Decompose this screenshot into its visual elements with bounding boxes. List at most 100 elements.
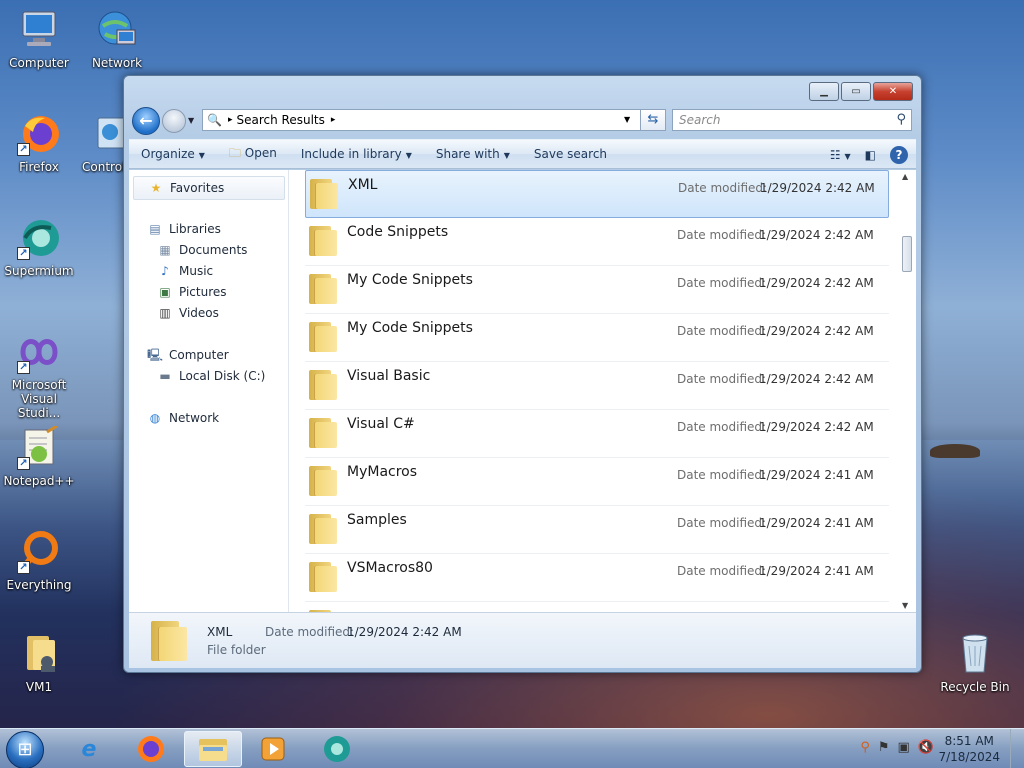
nav-pictures[interactable]: ▣ Pictures (157, 285, 226, 299)
navigation-bar: ← ▼ 🔍 ▸ Search Results ▸ ▼ ⇆ Search ⚲ (132, 107, 913, 135)
taskbar-media-player[interactable] (244, 731, 302, 767)
list-item[interactable]: MyMacros Date modified: 1/29/2024 2:41 A… (305, 458, 889, 506)
recent-pages-dropdown[interactable]: ▼ (188, 116, 194, 125)
maximize-button[interactable]: ▭ (841, 82, 871, 101)
nav-libraries[interactable]: ▤ Libraries (147, 222, 221, 236)
scroll-up-icon[interactable]: ▲ (902, 172, 908, 181)
taskbar-explorer[interactable] (184, 731, 242, 767)
desktop-icon-supermium[interactable]: ↗ Supermium (0, 216, 78, 278)
shortcut-arrow-icon: ↗ (17, 361, 30, 374)
date-modified-label: Date modified: (677, 228, 767, 242)
nav-computer[interactable]: 🖳 Computer (147, 348, 229, 362)
notepadpp-icon: ↗ (17, 424, 61, 470)
desktop-icon-label: VM1 (25, 680, 53, 694)
back-button[interactable]: ← (132, 107, 160, 135)
search-placeholder: Search (679, 113, 721, 127)
chevron-down-icon: ▼ (405, 151, 412, 160)
list-item[interactable]: My Code Snippets Date modified: 1/29/202… (305, 266, 889, 314)
desktop-icon-vm1[interactable]: VM1 (0, 632, 78, 694)
file-name: My Code Snippets (347, 272, 473, 288)
nav-local-disk[interactable]: ▬ Local Disk (C:) (157, 369, 265, 383)
breadcrumb-search-results[interactable]: Search Results (236, 113, 324, 127)
action-center-flag-icon[interactable]: ⚑ (878, 740, 890, 755)
taskbar-firefox[interactable] (122, 731, 180, 767)
clock[interactable]: 8:51 AM 7/18/2024 (938, 733, 1000, 765)
nav-videos[interactable]: ▥ Videos (157, 306, 219, 320)
explorer-window[interactable]: ▁ ▭ ✕ ← ▼ 🔍 ▸ Search Results ▸ ▼ ⇆ Searc… (123, 75, 922, 673)
file-name: Code Snippets (347, 224, 449, 240)
list-item[interactable]: Visual Basic Date modified: 1/29/2024 2:… (305, 362, 889, 410)
breadcrumb-chevron-icon[interactable]: ▸ (228, 115, 233, 125)
scrollbar-thumb[interactable] (902, 236, 912, 272)
list-item[interactable]: VSMacros80 Date modified: 1/29/2024 2:41… (305, 554, 889, 602)
open-folder-icon: 🗀 (228, 145, 241, 160)
share-with-button[interactable]: Share with ▼ (424, 147, 522, 161)
volume-muted-icon[interactable]: 🔇 (918, 740, 934, 755)
desktop-icon-label: Control (82, 160, 124, 174)
desktop-icon-label: Network (91, 56, 143, 70)
breadcrumb-chevron-icon[interactable]: ▸ (331, 115, 336, 125)
address-bar[interactable]: 🔍 ▸ Search Results ▸ (202, 109, 666, 131)
forward-button[interactable] (162, 109, 186, 133)
vertical-scrollbar[interactable]: ▲ ▼ (900, 170, 914, 612)
list-item[interactable]: Samples Date modified: 1/29/2024 2:41 AM (305, 506, 889, 554)
list-item[interactable]: My Code Snippets Date modified: 1/29/202… (305, 314, 889, 362)
desktop-icon-recycle-bin[interactable]: Recycle Bin (936, 632, 1014, 694)
folder-icon (151, 621, 187, 661)
close-button[interactable]: ✕ (873, 82, 913, 101)
desktop-icon-everything[interactable]: ↗ Everything (0, 530, 78, 592)
desktop-icon-label: Firefox (19, 160, 59, 174)
list-item[interactable]: XML Date modified: 1/29/2024 2:42 AM (305, 170, 889, 218)
system-tray: ⚲ ⚑ ▣ 🔇 (860, 740, 934, 755)
minimize-button[interactable]: ▁ (809, 82, 839, 101)
desktop-icon-computer[interactable]: Computer (0, 8, 78, 70)
list-item-partial[interactable] (305, 602, 889, 612)
folder-icon (309, 514, 337, 544)
media-player-icon (261, 737, 285, 761)
caption-buttons: ▁ ▭ ✕ (809, 82, 913, 101)
firefox-icon (138, 736, 164, 762)
desktop-icon-visual-studio[interactable]: ↗ Microsoft Visual Studi... (0, 330, 78, 420)
preview-pane-button[interactable]: ◧ (865, 148, 876, 162)
address-dropdown-icon[interactable]: ▼ (624, 115, 630, 124)
network-icon (95, 8, 139, 52)
refresh-icon: ⇆ (647, 112, 659, 127)
change-view-button[interactable]: ☷ ▼ (830, 148, 851, 162)
nav-label: Favorites (170, 181, 225, 195)
desktop-icon-notepadpp[interactable]: ↗ Notepad++ (0, 424, 78, 488)
desktop-icon-network[interactable]: Network (78, 8, 156, 70)
desktop-icon-firefox[interactable]: ↗ Firefox (0, 112, 78, 174)
desktop-icon-label: Notepad++ (3, 474, 75, 488)
nav-network[interactable]: ◍ Network (147, 411, 219, 425)
search-tray-icon[interactable]: ⚲ (860, 740, 870, 755)
help-button[interactable]: ? (890, 146, 908, 164)
nav-label: Documents (179, 243, 248, 257)
computer-icon (17, 8, 61, 52)
include-in-library-button[interactable]: Include in library ▼ (289, 147, 424, 161)
taskbar-internet-explorer[interactable]: e (60, 731, 118, 767)
nav-label: Videos (179, 306, 219, 320)
show-desktop-button[interactable] (1010, 729, 1024, 768)
save-search-button[interactable]: Save search (522, 147, 619, 161)
nav-music[interactable]: ♪ Music (157, 264, 213, 278)
network-tray-icon[interactable]: ▣ (898, 740, 910, 755)
nav-label: Computer (169, 348, 229, 362)
folder-icon (309, 418, 337, 448)
list-item[interactable]: Visual C# Date modified: 1/29/2024 2:42 … (305, 410, 889, 458)
refresh-button[interactable]: ⇆ (640, 109, 666, 131)
list-item[interactable]: Code Snippets Date modified: 1/29/2024 2… (305, 218, 889, 266)
desktop-icon-control-panel[interactable]: Control (76, 112, 124, 174)
date-modified-label: Date modified: (677, 468, 767, 482)
organize-button[interactable]: Organize ▼ (129, 147, 217, 161)
clock-time: 8:51 AM (944, 734, 994, 748)
file-name: MyMacros (347, 464, 418, 480)
scroll-down-icon[interactable]: ▼ (902, 601, 908, 610)
date-modified-value: 1/29/2024 2:41 AM (759, 564, 874, 578)
nav-favorites[interactable]: ★ Favorites (133, 176, 285, 200)
start-button[interactable]: ⊞ (6, 731, 44, 768)
nav-documents[interactable]: ▦ Documents (157, 243, 247, 257)
search-input[interactable]: Search ⚲ (672, 109, 912, 131)
taskbar-supermium[interactable] (308, 731, 366, 767)
open-button[interactable]: 🗀 Open (217, 144, 289, 165)
search-icon[interactable]: ⚲ (896, 112, 906, 127)
